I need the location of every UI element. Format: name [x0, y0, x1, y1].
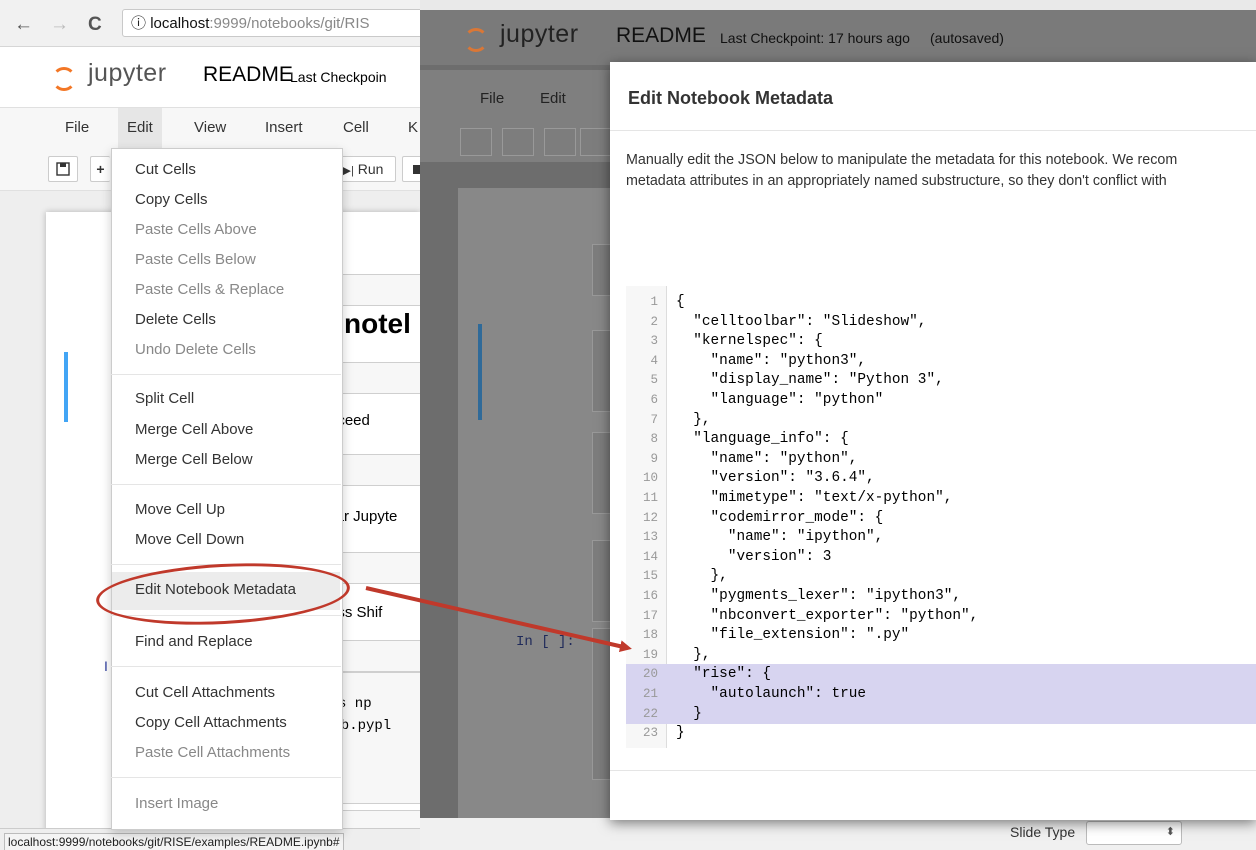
arrow-line — [365, 586, 632, 653]
annotation-arrow — [365, 586, 632, 653]
